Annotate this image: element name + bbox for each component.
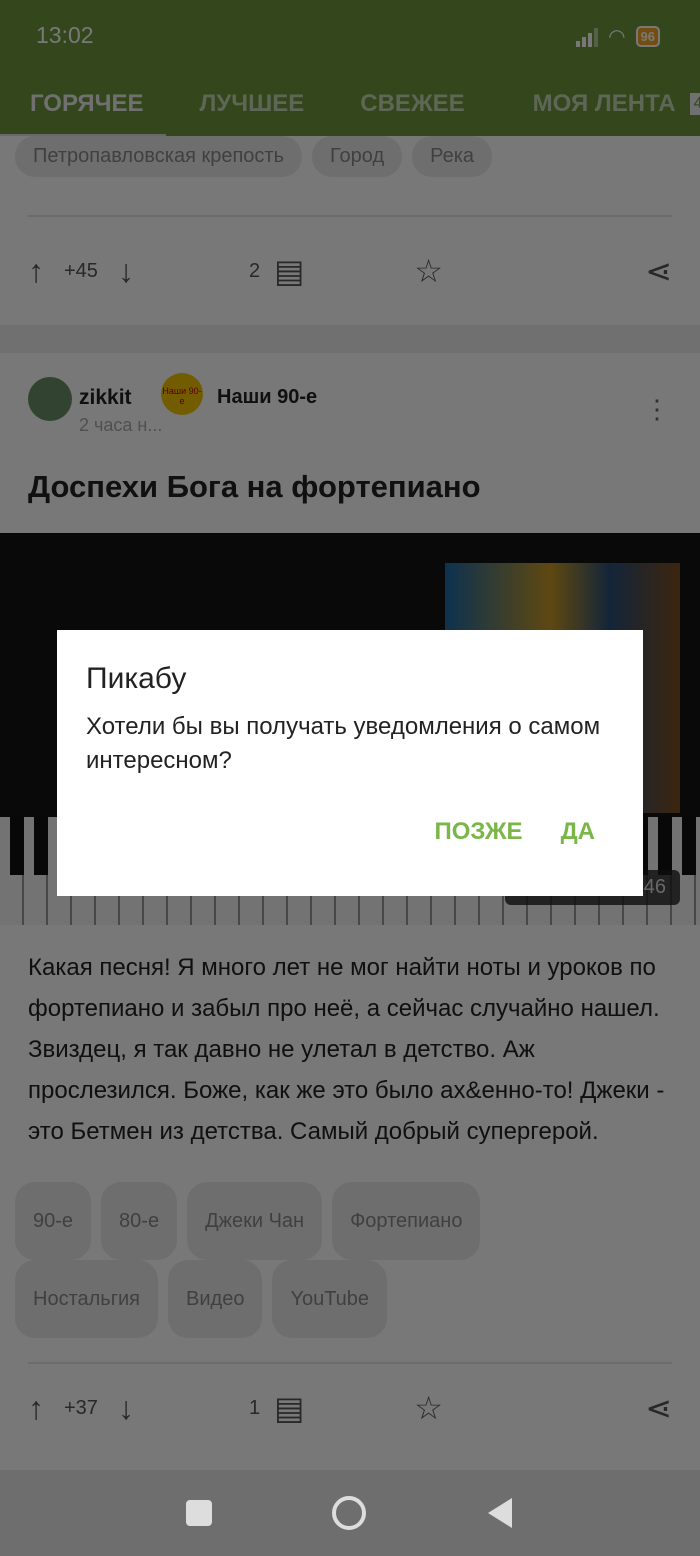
downvote-icon[interactable]: ↓ <box>118 253 134 290</box>
share-icon[interactable]: ⋖ <box>645 252 672 290</box>
rating: +37 <box>64 1396 98 1419</box>
clock: 13:02 <box>36 22 94 48</box>
tab-hot[interactable]: Горячее <box>30 90 144 118</box>
back-button[interactable] <box>488 1498 512 1528</box>
comment-count: 1 <box>248 1396 261 1419</box>
tab-best[interactable]: Лучшее <box>200 90 305 118</box>
tag[interactable]: Река <box>412 136 493 177</box>
author-name[interactable]: zikkit <box>79 386 132 410</box>
status-bar: 13:02 ◠ 96 <box>0 0 700 70</box>
comment-count: 2 <box>248 259 261 282</box>
feed-tabs: Горячее Лучшее Свежее Моя лента 45 <box>0 70 700 138</box>
wifi-icon: ◠ <box>608 26 626 48</box>
post-title[interactable]: Доспехи Бога на фортепиано <box>0 469 700 533</box>
post-time: 2 часа н... <box>79 415 163 435</box>
star-icon[interactable]: ☆ <box>414 252 443 290</box>
tag[interactable]: Фортепиано <box>332 1182 481 1260</box>
tab-my-feed[interactable]: Моя лента <box>533 90 676 118</box>
home-button[interactable] <box>332 1496 366 1530</box>
tag[interactable]: Ностальгия <box>15 1260 159 1338</box>
post-text: Какая песня! Я много лет не мог найти но… <box>28 954 665 1145</box>
tag[interactable]: Джеки Чан <box>187 1182 323 1260</box>
upvote-icon[interactable]: ↑ <box>28 1390 44 1427</box>
tag[interactable]: 90-е <box>15 1182 92 1260</box>
battery-icon: 96 <box>635 26 660 47</box>
tag[interactable]: YouTube <box>272 1260 388 1338</box>
community-name[interactable]: Наши 90-е <box>217 386 317 409</box>
downvote-icon[interactable]: ↓ <box>118 1390 134 1427</box>
later-button[interactable]: ПОЗЖЕ <box>435 818 523 846</box>
star-icon[interactable]: ☆ <box>414 1389 443 1427</box>
yes-button[interactable]: ДА <box>561 818 595 846</box>
more-options-icon[interactable]: ⋮ <box>644 396 670 422</box>
tag[interactable]: 80-е <box>101 1182 178 1260</box>
tag[interactable]: Город <box>312 136 403 177</box>
rating: +45 <box>64 259 98 282</box>
avatar[interactable] <box>28 377 72 421</box>
share-icon[interactable]: ⋖ <box>645 1389 672 1427</box>
comment-icon[interactable]: ▤ <box>274 1389 304 1427</box>
tab-fresh[interactable]: Свежее <box>360 90 464 118</box>
community-logo: Наши 90-е <box>161 373 203 415</box>
tag[interactable]: Петропавловская крепость <box>15 136 303 177</box>
dialog-title: Пикабу <box>86 662 187 695</box>
recents-button[interactable] <box>186 1500 212 1526</box>
dialog-message: Хотели бы вы получать уведомления о само… <box>86 713 601 774</box>
feed-badge: 45 <box>689 93 700 115</box>
notification-dialog: Пикабу Хотели бы вы получать уведомления… <box>57 630 643 896</box>
comment-icon[interactable]: ▤ <box>274 252 304 290</box>
navigation-bar <box>0 1470 700 1556</box>
signal-icon <box>576 27 599 47</box>
tag[interactable]: Видео <box>168 1260 263 1338</box>
upvote-icon[interactable]: ↑ <box>28 253 44 290</box>
